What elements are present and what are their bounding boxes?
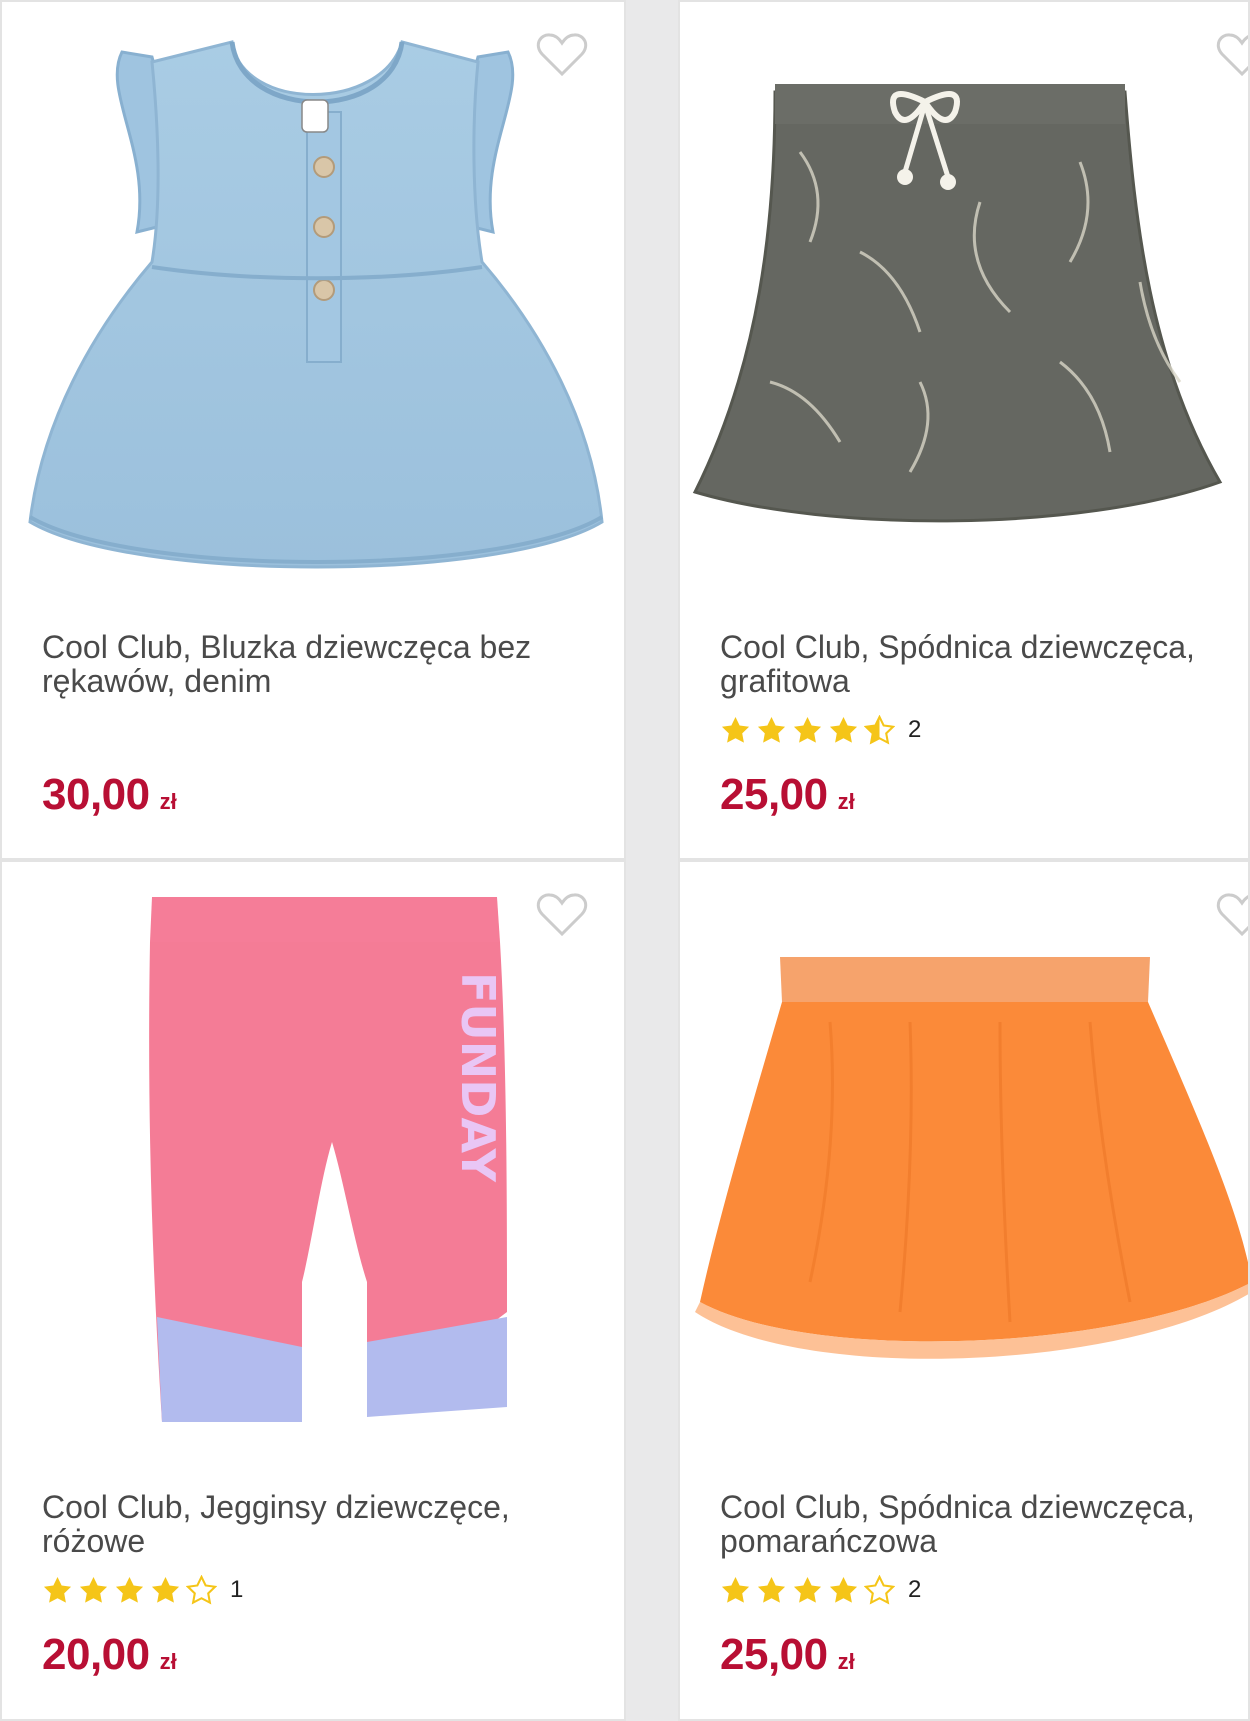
price-value: 20,00: [42, 1630, 150, 1679]
price-value: 30,00: [42, 770, 150, 819]
star-full-icon: [792, 1575, 823, 1606]
product-title[interactable]: Cool Club, Jegginsy dziewczęce, różowe: [42, 1490, 562, 1558]
star-full-icon: [756, 715, 787, 746]
product-card[interactable]: Cool Club, Spódnica dziewczęca, pomarańc…: [678, 860, 1250, 1721]
price-currency: zł: [159, 1649, 177, 1674]
graphite-skirt-image: [692, 84, 1223, 523]
product-title-line[interactable]: rękawów, denim: [42, 664, 562, 698]
rating-count: 2: [908, 716, 922, 743]
star-full-icon: [792, 715, 823, 746]
funday-print: FUNDAY: [451, 972, 505, 1183]
price-value: 25,00: [720, 770, 828, 819]
star-full-icon: [720, 1575, 751, 1606]
star-full-icon: [720, 715, 751, 746]
star-empty-icon: [186, 1574, 217, 1606]
star-full-icon: [78, 1575, 109, 1606]
price-currency: zł: [837, 789, 855, 814]
product-card[interactable]: Cool Club, Spódnica dziewczęca, grafitow…: [678, 0, 1250, 860]
product-title-line[interactable]: pomarańczowa: [720, 1524, 1240, 1558]
product-rating: 1: [42, 1572, 243, 1608]
product-title[interactable]: Cool Club, Spódnica dziewczęca, grafitow…: [720, 630, 1240, 698]
product-card[interactable]: Cool Club, Bluzka dziewczęca bez rękawów…: [0, 0, 626, 860]
star-full-icon: [150, 1575, 181, 1606]
product-image[interactable]: [680, 2, 1248, 602]
star-half-icon: [864, 714, 895, 746]
star-full-icon: [42, 1575, 73, 1606]
pink-jeggings-image: FUNDAY: [149, 897, 507, 1422]
rating-count: 2: [908, 1576, 922, 1603]
price-currency: zł: [159, 789, 177, 814]
star-full-icon: [756, 1575, 787, 1606]
rating-count: 1: [230, 1576, 244, 1603]
product-title-line[interactable]: Cool Club, Spódnica dziewczęca,: [720, 630, 1240, 664]
product-price: 25,00 zł: [720, 1630, 855, 1680]
product-price: 25,00 zł: [720, 770, 855, 820]
product-price: 30,00 zł: [42, 770, 177, 820]
star-full-icon: [114, 1575, 145, 1606]
star-full-icon: [828, 715, 859, 746]
favorite-heart-icon[interactable]: [536, 892, 588, 938]
price-value: 25,00: [720, 1630, 828, 1679]
product-title-line[interactable]: różowe: [42, 1524, 562, 1558]
product-title-line[interactable]: Cool Club, Jegginsy dziewczęce,: [42, 1490, 562, 1524]
star-full-icon: [828, 1575, 859, 1606]
product-rating: 2: [720, 1572, 921, 1608]
favorite-heart-icon[interactable]: [1216, 892, 1248, 938]
favorite-heart-icon[interactable]: [1216, 32, 1248, 78]
product-title-line[interactable]: Cool Club, Bluzka dziewczęca bez: [42, 630, 562, 664]
favorite-heart-icon[interactable]: [536, 32, 588, 78]
price-currency: zł: [837, 1649, 855, 1674]
product-image[interactable]: [680, 862, 1248, 1462]
product-title[interactable]: Cool Club, Bluzka dziewczęca bez rękawów…: [42, 630, 562, 698]
orange-tulle-skirt-image: [695, 957, 1248, 1359]
star-empty-icon: [864, 1574, 895, 1606]
product-rating: 2: [720, 712, 921, 748]
product-title-line[interactable]: grafitowa: [720, 664, 1240, 698]
product-image[interactable]: [2, 2, 624, 602]
product-title-line[interactable]: Cool Club, Spódnica dziewczęca,: [720, 1490, 1240, 1524]
denim-blouse-image: [28, 40, 604, 569]
product-title[interactable]: Cool Club, Spódnica dziewczęca, pomarańc…: [720, 1490, 1240, 1558]
product-image[interactable]: FUNDAY: [2, 862, 624, 1462]
product-price: 20,00 zł: [42, 1630, 177, 1680]
product-card[interactable]: FUNDAY Cool Club, Jegginsy dziewczęce, r…: [0, 860, 626, 1721]
